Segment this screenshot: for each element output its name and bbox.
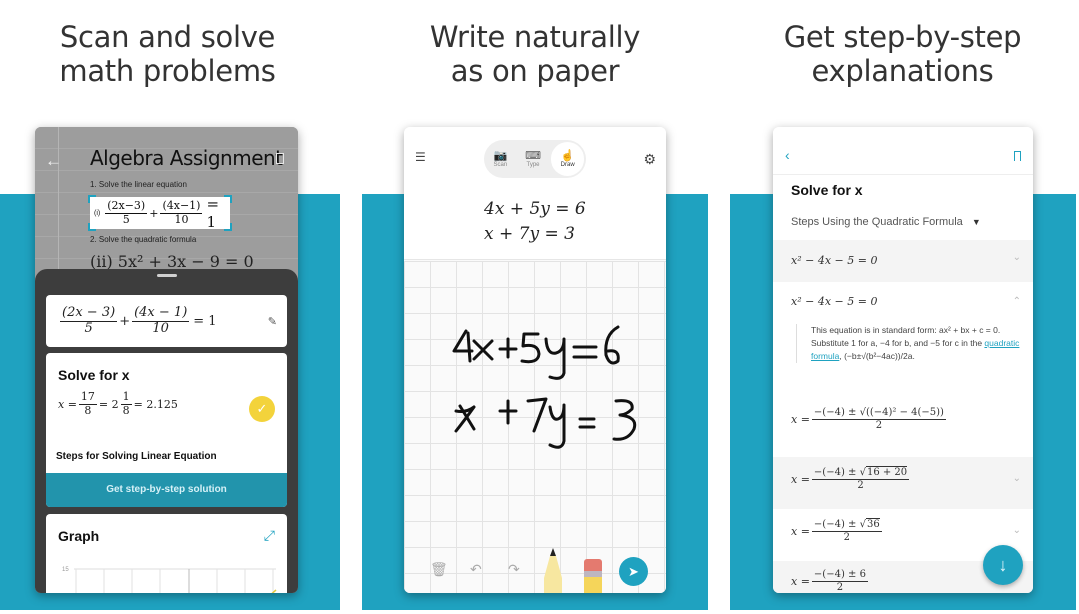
step-row: x = −(−4) ± √((−4)² − 4(−5)) 2 bbox=[773, 399, 1033, 449]
pencil-tool-icon[interactable] bbox=[544, 548, 562, 593]
mode-scan[interactable]: 📷 Scan bbox=[484, 140, 517, 178]
graph-title: Graph bbox=[58, 528, 100, 544]
chevron-down-icon: ⌄ bbox=[1012, 252, 1021, 263]
chevron-up-icon: ⌃ bbox=[1012, 296, 1021, 307]
stroke-equals bbox=[572, 345, 598, 359]
assignment-title: Algebra Assignment bbox=[90, 146, 283, 170]
stroke-plus2 bbox=[498, 399, 518, 425]
stroke-x2 bbox=[454, 404, 476, 433]
stroke-4 bbox=[452, 329, 474, 363]
send-icon[interactable]: ➤ bbox=[619, 557, 648, 586]
stroke-plus bbox=[498, 337, 518, 359]
scan-selection[interactable]: (i) (2x−3) 5 + (4x−1) 10 = 1 bbox=[88, 195, 232, 231]
mode-type[interactable]: ⌨ Type bbox=[517, 140, 550, 178]
history-icon[interactable]: ☰ bbox=[415, 150, 426, 164]
keyboard-icon: ⌨ bbox=[525, 150, 541, 162]
check-icon: ✓ bbox=[249, 396, 275, 422]
trash-icon[interactable]: 🗑 bbox=[430, 561, 448, 578]
stroke-equals2 bbox=[578, 417, 596, 429]
solution-value: x = 17 8 = 2 18 = 2.125 bbox=[58, 390, 178, 417]
mode-draw[interactable]: ☝ Draw bbox=[551, 142, 585, 176]
back-chevron-icon[interactable]: ‹ bbox=[785, 147, 790, 163]
back-arrow-icon[interactable]: ← bbox=[45, 151, 62, 171]
solve-card: Solve for x x = 17 8 = 2 18 = 2.125 ✓ Ste… bbox=[46, 353, 287, 507]
steps-header: ‹ bbox=[773, 127, 1033, 175]
caret-down-icon: ▼ bbox=[971, 217, 981, 227]
stroke-3 bbox=[612, 399, 637, 441]
chevron-down-icon: ⌄ bbox=[1012, 473, 1021, 484]
handwriting bbox=[452, 325, 637, 449]
stroke-6 bbox=[604, 325, 620, 365]
stroke-y bbox=[544, 337, 566, 380]
camera-icon: 📷 bbox=[493, 150, 508, 162]
solve-title: Solve for x bbox=[58, 367, 130, 383]
question-2-label: 2. Solve the quadratic formula bbox=[90, 235, 197, 244]
drag-handle[interactable] bbox=[157, 274, 177, 277]
get-step-by-step-button[interactable]: Get step-by-step solution bbox=[46, 473, 287, 507]
step-row[interactable]: x = −(−4) ± √16 + 20 2 ⌄ bbox=[773, 457, 1033, 509]
bookmark-icon[interactable] bbox=[276, 153, 284, 164]
step-explanation: This equation is in standard form: ax² +… bbox=[796, 324, 1021, 363]
step-row-expanded[interactable]: x² − 4x − 5 = 0 ⌃ bbox=[773, 282, 1033, 324]
eraser-tool-icon[interactable] bbox=[584, 559, 602, 593]
drawing-toolbar: 🗑 ↶ ↷ ➤ bbox=[404, 533, 666, 593]
plot-line bbox=[271, 589, 277, 593]
draw-header: ☰ 📷 Scan ⌨ Type ☝ Draw ⚙ 4x + 5y = 6 x + 7y… bbox=[404, 127, 666, 260]
headline-steps: Get step-by-step explanations bbox=[783, 20, 1022, 88]
stroke-5 bbox=[520, 332, 541, 364]
graph-plot[interactable]: 15 10 bbox=[62, 564, 278, 593]
headline-scan: Scan and solve math problems bbox=[59, 20, 276, 88]
y-tick-15: 15 bbox=[62, 567, 69, 573]
headline-write: Write naturally as on paper bbox=[429, 20, 641, 88]
hand-pointer-icon: ☝ bbox=[560, 150, 575, 162]
scroll-down-button[interactable]: ↓ bbox=[983, 545, 1023, 585]
stroke-x bbox=[472, 339, 494, 361]
redo-icon[interactable]: ↷ bbox=[508, 561, 520, 578]
input-mode-toggle: 📷 Scan ⌨ Type ☝ Draw bbox=[484, 140, 586, 178]
results-sheet: (2x − 3) 5 + (4x − 1) 10 = 1 ✎ Solve for x… bbox=[35, 269, 298, 593]
stroke-7 bbox=[526, 397, 548, 433]
equation-card[interactable]: (2x − 3) 5 + (4x − 1) 10 = 1 ✎ bbox=[46, 295, 287, 347]
stroke-y2 bbox=[548, 403, 566, 449]
scan-screen: ← Algebra Assignment 1. Solve the linear… bbox=[35, 127, 298, 593]
question-1-label: 1. Solve the linear equation bbox=[90, 180, 187, 189]
undo-icon[interactable]: ↶ bbox=[470, 561, 482, 578]
app-store-banner: Scan and solve math problems Write natur… bbox=[0, 0, 1079, 614]
settings-gear-icon[interactable]: ⚙ bbox=[643, 151, 656, 168]
chevron-down-icon: ⌄ bbox=[1012, 525, 1021, 536]
solve-title: Solve for x bbox=[791, 182, 863, 198]
step-row[interactable]: x² − 4x − 5 = 0 ⌄ bbox=[773, 240, 1033, 282]
expand-icon[interactable]: ⤢ bbox=[264, 527, 275, 544]
method-dropdown[interactable]: Steps Using the Quadratic Formula ▼ bbox=[791, 216, 981, 228]
edit-pencil-icon[interactable]: ✎ bbox=[268, 315, 277, 328]
bookmark-icon[interactable] bbox=[1014, 151, 1021, 161]
draw-screen: ☰ 📷 Scan ⌨ Type ☝ Draw ⚙ 4x + 5y = 6 x + 7y… bbox=[404, 127, 666, 593]
graph-card: Graph ⤢ 15 10 bbox=[46, 514, 287, 593]
steps-screen: ‹ Solve for x Steps Using the Quadratic … bbox=[773, 127, 1033, 593]
steps-label: Steps for Solving Linear Equation bbox=[56, 451, 217, 462]
recognized-equations: 4x + 5y = 6 x + 7y = 3 bbox=[484, 199, 586, 244]
